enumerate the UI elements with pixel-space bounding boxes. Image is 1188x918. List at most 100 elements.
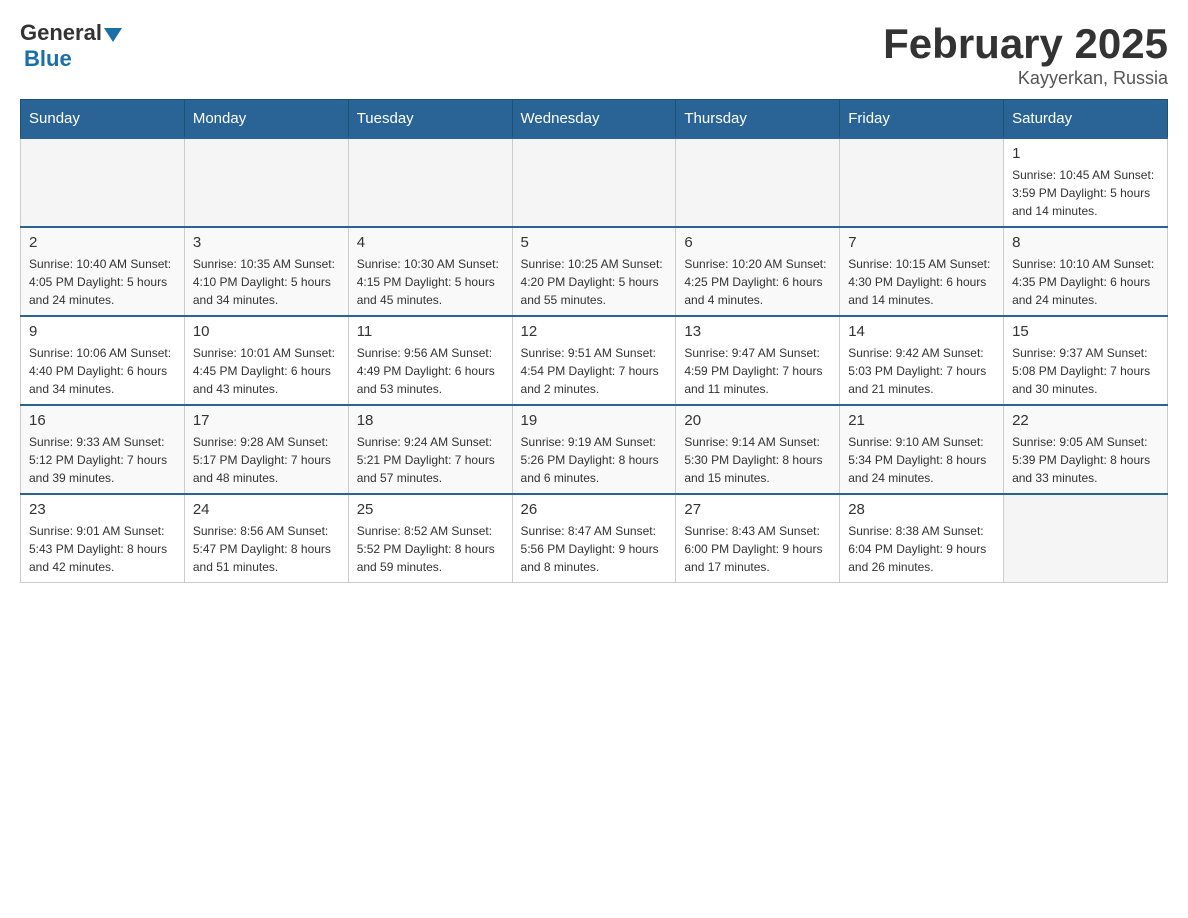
calendar-day-cell: 28 Sunrise: 8:38 AM Sunset: 6:04 PM Dayli… [840,494,1004,583]
logo: General Blue [20,20,122,72]
day-number: 3 [193,234,340,251]
day-number: 18 [357,412,504,429]
day-of-week-header: Monday [184,100,348,139]
day-number: 24 [193,501,340,518]
calendar-day-cell: 5 Sunrise: 10:25 AM Sunset: 4:20 PM Dayli… [512,227,676,316]
calendar-day-cell [840,138,1004,227]
calendar-day-cell [512,138,676,227]
day-number: 15 [1012,323,1159,340]
day-info: Sunrise: 8:56 AM Sunset: 5:47 PM Dayligh… [193,522,340,576]
month-title: February 2025 [883,20,1168,68]
page-header: General Blue February 2025 Kayyerkan, Ru… [20,20,1168,89]
day-number: 2 [29,234,176,251]
calendar-day-cell: 26 Sunrise: 8:47 AM Sunset: 5:56 PM Dayli… [512,494,676,583]
day-info: Sunrise: 9:47 AM Sunset: 4:59 PM Dayligh… [684,344,831,398]
day-info: Sunrise: 9:37 AM Sunset: 5:08 PM Dayligh… [1012,344,1159,398]
calendar-day-cell: 21 Sunrise: 9:10 AM Sunset: 5:34 PM Dayli… [840,405,1004,494]
day-number: 19 [521,412,668,429]
day-info: Sunrise: 9:51 AM Sunset: 4:54 PM Dayligh… [521,344,668,398]
calendar-day-cell [21,138,185,227]
calendar-day-cell: 4 Sunrise: 10:30 AM Sunset: 4:15 PM Dayli… [348,227,512,316]
day-info: Sunrise: 10:20 AM Sunset: 4:25 PM Daylig… [684,255,831,309]
day-of-week-header: Friday [840,100,1004,139]
calendar-week-row: 16 Sunrise: 9:33 AM Sunset: 5:12 PM Dayli… [21,405,1168,494]
day-number: 16 [29,412,176,429]
day-of-week-header: Tuesday [348,100,512,139]
day-number: 5 [521,234,668,251]
day-number: 23 [29,501,176,518]
day-info: Sunrise: 8:52 AM Sunset: 5:52 PM Dayligh… [357,522,504,576]
calendar-day-cell: 2 Sunrise: 10:40 AM Sunset: 4:05 PM Dayli… [21,227,185,316]
day-number: 4 [357,234,504,251]
day-number: 9 [29,323,176,340]
day-info: Sunrise: 9:28 AM Sunset: 5:17 PM Dayligh… [193,433,340,487]
day-number: 12 [521,323,668,340]
calendar-day-cell: 19 Sunrise: 9:19 AM Sunset: 5:26 PM Dayli… [512,405,676,494]
day-info: Sunrise: 10:30 AM Sunset: 4:15 PM Daylig… [357,255,504,309]
day-of-week-header: Wednesday [512,100,676,139]
day-of-week-header: Sunday [21,100,185,139]
calendar-day-cell: 1 Sunrise: 10:45 AM Sunset: 3:59 PM Dayli… [1004,138,1168,227]
day-info: Sunrise: 10:10 AM Sunset: 4:35 PM Daylig… [1012,255,1159,309]
day-info: Sunrise: 10:25 AM Sunset: 4:20 PM Daylig… [521,255,668,309]
day-number: 10 [193,323,340,340]
day-info: Sunrise: 9:10 AM Sunset: 5:34 PM Dayligh… [848,433,995,487]
calendar-day-cell: 20Sunrise: 9:14 AM Sunset: 5:30 PM Dayli… [676,405,840,494]
calendar-day-cell: 17 Sunrise: 9:28 AM Sunset: 5:17 PM Dayli… [184,405,348,494]
calendar-day-cell: 8 Sunrise: 10:10 AM Sunset: 4:35 PM Dayli… [1004,227,1168,316]
day-number: 20 [684,412,831,429]
calendar-day-cell: 6 Sunrise: 10:20 AM Sunset: 4:25 PM Dayli… [676,227,840,316]
day-number: 17 [193,412,340,429]
calendar-day-cell: 18Sunrise: 9:24 AM Sunset: 5:21 PM Dayli… [348,405,512,494]
calendar-day-cell: 14Sunrise: 9:42 AM Sunset: 5:03 PM Dayli… [840,316,1004,405]
day-number: 1 [1012,145,1159,162]
logo-general-text: General [20,20,102,46]
day-info: Sunrise: 10:45 AM Sunset: 3:59 PM Daylig… [1012,166,1159,220]
calendar-day-cell: 7 Sunrise: 10:15 AM Sunset: 4:30 PM Dayli… [840,227,1004,316]
day-number: 21 [848,412,995,429]
day-number: 7 [848,234,995,251]
calendar-day-cell [676,138,840,227]
calendar-table: SundayMondayTuesdayWednesdayThursdayFrid… [20,99,1168,583]
day-info: Sunrise: 10:15 AM Sunset: 4:30 PM Daylig… [848,255,995,309]
day-info: Sunrise: 10:40 AM Sunset: 4:05 PM Daylig… [29,255,176,309]
calendar-day-cell: 12 Sunrise: 9:51 AM Sunset: 4:54 PM Dayli… [512,316,676,405]
logo-blue-text: Blue [24,46,72,72]
calendar-day-cell: 13 Sunrise: 9:47 AM Sunset: 4:59 PM Dayli… [676,316,840,405]
day-of-week-header: Saturday [1004,100,1168,139]
calendar-day-cell [1004,494,1168,583]
calendar-day-cell: 9 Sunrise: 10:06 AM Sunset: 4:40 PM Dayli… [21,316,185,405]
day-info: Sunrise: 9:05 AM Sunset: 5:39 PM Dayligh… [1012,433,1159,487]
calendar-week-row: 9 Sunrise: 10:06 AM Sunset: 4:40 PM Dayli… [21,316,1168,405]
day-info: Sunrise: 10:35 AM Sunset: 4:10 PM Daylig… [193,255,340,309]
day-number: 27 [684,501,831,518]
calendar-week-row: 1 Sunrise: 10:45 AM Sunset: 3:59 PM Dayli… [21,138,1168,227]
calendar-week-row: 2 Sunrise: 10:40 AM Sunset: 4:05 PM Dayli… [21,227,1168,316]
day-info: Sunrise: 9:01 AM Sunset: 5:43 PM Dayligh… [29,522,176,576]
location-text: Kayyerkan, Russia [883,68,1168,89]
day-info: Sunrise: 10:01 AM Sunset: 4:45 PM Daylig… [193,344,340,398]
day-number: 28 [848,501,995,518]
day-number: 25 [357,501,504,518]
day-info: Sunrise: 9:56 AM Sunset: 4:49 PM Dayligh… [357,344,504,398]
day-of-week-header: Thursday [676,100,840,139]
day-number: 8 [1012,234,1159,251]
day-number: 6 [684,234,831,251]
calendar-day-cell: 11 Sunrise: 9:56 AM Sunset: 4:49 PM Dayli… [348,316,512,405]
calendar-header-row: SundayMondayTuesdayWednesdayThursdayFrid… [21,100,1168,139]
calendar-day-cell: 10 Sunrise: 10:01 AM Sunset: 4:45 PM Dayl… [184,316,348,405]
day-info: Sunrise: 10:06 AM Sunset: 4:40 PM Daylig… [29,344,176,398]
day-number: 14 [848,323,995,340]
day-number: 13 [684,323,831,340]
calendar-day-cell: 3 Sunrise: 10:35 AM Sunset: 4:10 PM Dayli… [184,227,348,316]
day-info: Sunrise: 8:38 AM Sunset: 6:04 PM Dayligh… [848,522,995,576]
calendar-day-cell: 16 Sunrise: 9:33 AM Sunset: 5:12 PM Dayli… [21,405,185,494]
calendar-day-cell: 24 Sunrise: 8:56 AM Sunset: 5:47 PM Dayli… [184,494,348,583]
day-number: 26 [521,501,668,518]
day-info: Sunrise: 9:33 AM Sunset: 5:12 PM Dayligh… [29,433,176,487]
calendar-day-cell [348,138,512,227]
day-info: Sunrise: 9:19 AM Sunset: 5:26 PM Dayligh… [521,433,668,487]
calendar-day-cell [184,138,348,227]
day-number: 11 [357,323,504,340]
day-info: Sunrise: 8:47 AM Sunset: 5:56 PM Dayligh… [521,522,668,576]
